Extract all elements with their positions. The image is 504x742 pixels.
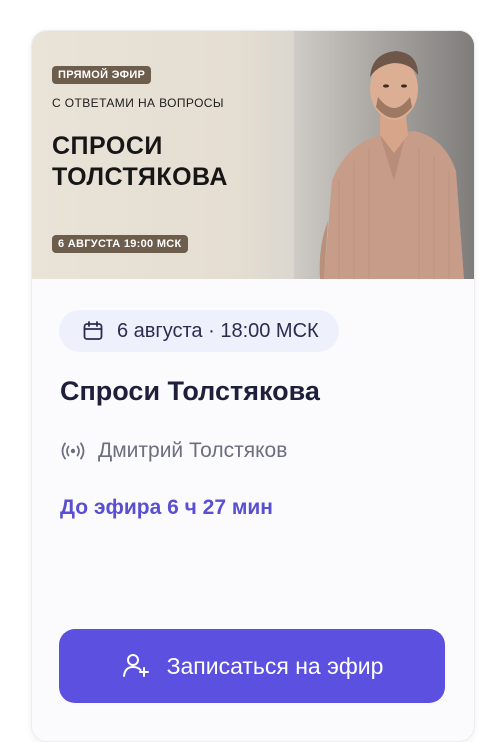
countdown-text: До эфира 6 ч 27 мин bbox=[60, 496, 273, 519]
author-name: Дмитрий Толстяков bbox=[98, 439, 288, 462]
banner-title-line1: СПРОСИ bbox=[52, 132, 163, 160]
event-banner: ПРЯМОЙ ЭФИР С ОТВЕТАМИ НА ВОПРОСЫ СПРОСИ… bbox=[32, 31, 474, 279]
register-button-label: Записаться на эфир bbox=[166, 652, 384, 679]
speaker-photo bbox=[294, 31, 474, 279]
event-title[interactable]: Спроси Толстякова bbox=[60, 376, 320, 407]
banner-title-line2: ТОЛСТЯКОВА bbox=[52, 163, 228, 191]
event-date-chip: 6 августа · 18:00 МСК bbox=[59, 310, 339, 352]
live-badge: ПРЯМОЙ ЭФИР bbox=[52, 66, 152, 84]
event-date-text: 6 августа · 18:00 МСК bbox=[117, 319, 319, 342]
add-user-icon bbox=[122, 654, 149, 677]
banner-title: СПРОСИ ТОЛСТЯКОВА bbox=[52, 131, 228, 193]
register-button[interactable]: Записаться на эфир bbox=[59, 629, 445, 703]
event-card[interactable]: ПРЯМОЙ ЭФИР С ОТВЕТАМИ НА ВОПРОСЫ СПРОСИ… bbox=[31, 30, 475, 742]
event-author: Дмитрий Толстяков bbox=[60, 439, 287, 463]
calendar-icon bbox=[83, 321, 103, 340]
banner-date-badge: 6 АВГУСТА 19:00 МСК bbox=[52, 235, 188, 253]
broadcast-icon bbox=[61, 442, 85, 460]
banner-subtitle: С ОТВЕТАМИ НА ВОПРОСЫ bbox=[52, 96, 224, 110]
